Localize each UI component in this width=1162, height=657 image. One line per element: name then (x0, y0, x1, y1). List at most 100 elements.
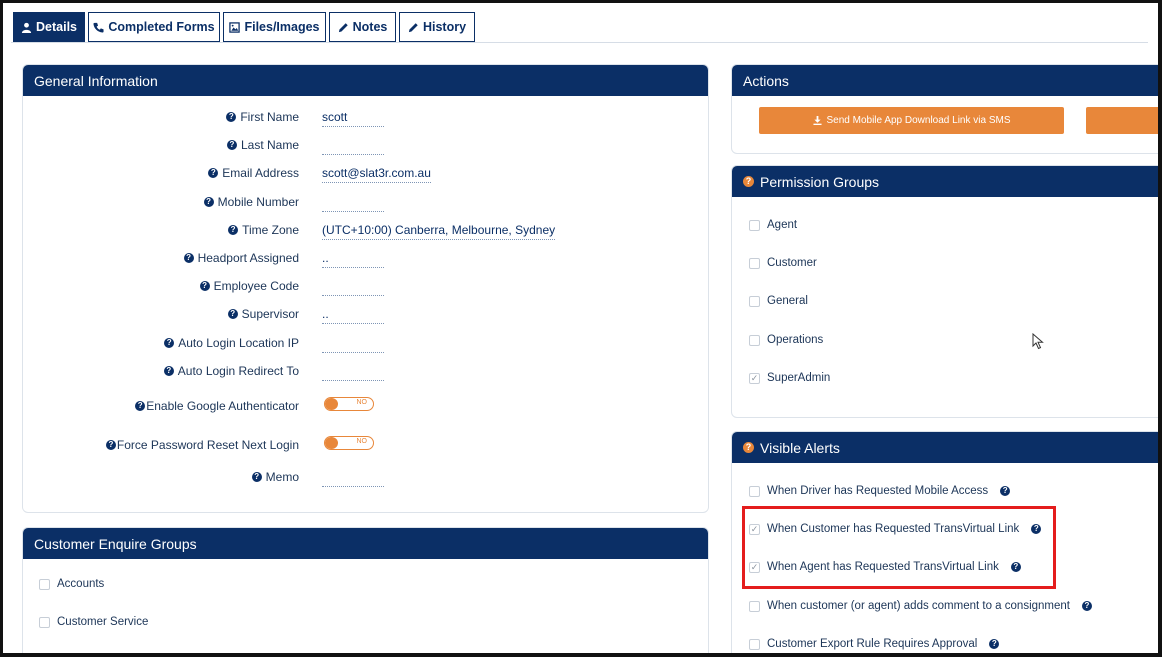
checkbox[interactable] (749, 638, 760, 650)
help-icon[interactable]: ? (163, 366, 174, 376)
help-icon[interactable]: ? (1081, 601, 1092, 611)
help-icon[interactable]: ? (183, 253, 194, 263)
tab-label: Completed Forms (108, 20, 215, 34)
last-name-value[interactable] (322, 135, 384, 155)
tab-history[interactable]: History (399, 12, 475, 42)
field-label: Supervisor (241, 307, 299, 321)
tab-label: History (422, 20, 467, 34)
customer-enquire-groups-panel: Customer Enquire Groups Accounts Custome… (22, 527, 709, 653)
help-icon[interactable]: ? (989, 639, 1000, 649)
checkbox-label: When Customer has Requested TransVirtual… (767, 523, 1020, 535)
checkbox[interactable] (39, 578, 50, 590)
checkbox-label: Operations (767, 334, 824, 346)
field-label: Email Address (222, 166, 299, 180)
help-icon[interactable]: ? (227, 309, 238, 319)
checkbox-label: SuperAdmin (767, 372, 831, 384)
help-icon[interactable]: ? (1000, 486, 1011, 496)
download-icon (812, 116, 822, 125)
checkbox-row-general[interactable]: General (749, 292, 808, 310)
help-icon[interactable]: ? (226, 112, 237, 122)
force-password-reset-toggle[interactable]: NO (324, 436, 374, 450)
checkbox[interactable] (749, 485, 760, 497)
google-authenticator-toggle[interactable]: NO (324, 397, 374, 411)
help-icon[interactable]: ? (743, 176, 754, 187)
field-headport-assigned: ? Headport Assigned .. (23, 248, 708, 270)
panel-header: ? Visible Alerts (732, 432, 1158, 463)
time-zone-value[interactable]: (UTC+10:00) Canberra, Melbourne, Sydney (322, 220, 556, 240)
checkbox[interactable] (749, 295, 760, 307)
field-memo: ? Memo (23, 467, 708, 489)
checkbox-row-consignment-comment[interactable]: When customer (or agent) adds comment to… (749, 597, 1092, 615)
checkbox-row-operations[interactable]: Operations (749, 331, 823, 349)
toggle-knob (325, 437, 338, 449)
checkbox-row-customer-transvirtual-link[interactable]: ✓ When Customer has Requested TransVirtu… (749, 520, 1042, 538)
checkbox[interactable] (749, 334, 760, 346)
permission-groups-panel: ? Permission Groups Agent Customer Gener… (731, 165, 1158, 418)
field-label: Memo (265, 470, 299, 484)
checkbox-row-customer-service[interactable]: Customer Service (39, 613, 148, 631)
checkbox-label: When Driver has Requested Mobile Access (767, 485, 989, 497)
phone-icon (93, 22, 104, 33)
headport-assigned-value[interactable]: .. (322, 248, 384, 268)
checkbox-row-superadmin[interactable]: ✓ SuperAdmin (749, 369, 830, 387)
checkbox-label: Agent (767, 219, 798, 231)
image-icon (229, 21, 241, 33)
checkbox-checked[interactable]: ✓ (749, 372, 760, 384)
auto-login-location-ip-value[interactable] (322, 333, 384, 353)
field-label: Last Name (240, 138, 299, 152)
help-icon[interactable]: ? (1010, 562, 1021, 572)
panel-header: Customer Enquire Groups (23, 528, 708, 559)
field-label: Headport Assigned (197, 251, 299, 265)
employee-code-value[interactable] (322, 276, 384, 296)
help-icon[interactable]: ? (743, 442, 754, 453)
field-email-address: ? Email Address scott@slat3r.com.au (23, 163, 708, 185)
help-icon[interactable]: ? (164, 338, 175, 348)
help-icon[interactable]: ? (228, 225, 239, 235)
checkbox-row-agent[interactable]: Agent (749, 216, 797, 234)
first-name-value[interactable]: scott (322, 107, 384, 127)
auto-login-redirect-to-value[interactable] (322, 361, 384, 381)
panel-header: ? Permission Groups (732, 166, 1158, 197)
help-icon[interactable]: ? (135, 401, 146, 411)
tab-notes[interactable]: Notes (329, 12, 396, 42)
pencil-icon (408, 22, 418, 32)
checkbox-row-customer[interactable]: Customer (749, 254, 817, 272)
checkbox[interactable] (749, 219, 760, 231)
field-last-name: ? Last Name (23, 135, 708, 157)
email-address-value[interactable]: scott@slat3r.com.au (322, 163, 431, 183)
field-supervisor: ? Supervisor .. (23, 304, 708, 326)
help-icon[interactable]: ? (1031, 524, 1042, 534)
checkbox[interactable] (39, 616, 50, 628)
help-icon[interactable]: ? (203, 197, 214, 207)
help-icon[interactable]: ? (208, 168, 219, 178)
field-label: Time Zone (242, 223, 299, 237)
checkbox-row-export-rule-approval[interactable]: Customer Export Rule Requires Approval ? (749, 635, 1000, 653)
help-icon[interactable]: ? (105, 440, 116, 450)
tab-completed-forms[interactable]: Completed Forms (88, 12, 220, 42)
send-sms-download-link-button[interactable]: Send Mobile App Download Link via SMS (759, 107, 1064, 134)
field-label: Enable Google Authenticator (146, 399, 299, 413)
supervisor-value[interactable]: .. (322, 304, 384, 324)
checkbox-label: General (767, 295, 808, 307)
checkbox[interactable] (749, 600, 760, 612)
help-icon[interactable]: ? (226, 140, 237, 150)
mobile-number-value[interactable] (322, 192, 384, 212)
help-icon[interactable]: ? (251, 472, 262, 482)
tab-label: Files/Images (244, 20, 320, 34)
user-icon (21, 22, 32, 33)
tab-files-images[interactable]: Files/Images (223, 12, 326, 42)
checkbox-row-driver-mobile-access[interactable]: When Driver has Requested Mobile Access … (749, 482, 1011, 500)
field-label: Employee Code (213, 279, 299, 293)
checkbox[interactable] (749, 257, 760, 269)
secondary-action-button[interactable] (1086, 107, 1158, 134)
checkbox-row-agent-transvirtual-link[interactable]: ✓ When Agent has Requested TransVirtual … (749, 558, 1021, 576)
memo-value[interactable] (322, 467, 384, 487)
actions-panel: Actions Send Mobile App Download Link vi… (731, 64, 1158, 154)
tab-details[interactable]: Details (13, 12, 85, 42)
field-employee-code: ? Employee Code (23, 276, 708, 298)
field-auto-login-location-ip: ? Auto Login Location IP (23, 333, 708, 355)
checkbox-row-accounts[interactable]: Accounts (39, 575, 104, 593)
help-icon[interactable]: ? (199, 281, 210, 291)
checkbox-checked[interactable]: ✓ (749, 561, 760, 573)
checkbox-checked[interactable]: ✓ (749, 523, 760, 535)
